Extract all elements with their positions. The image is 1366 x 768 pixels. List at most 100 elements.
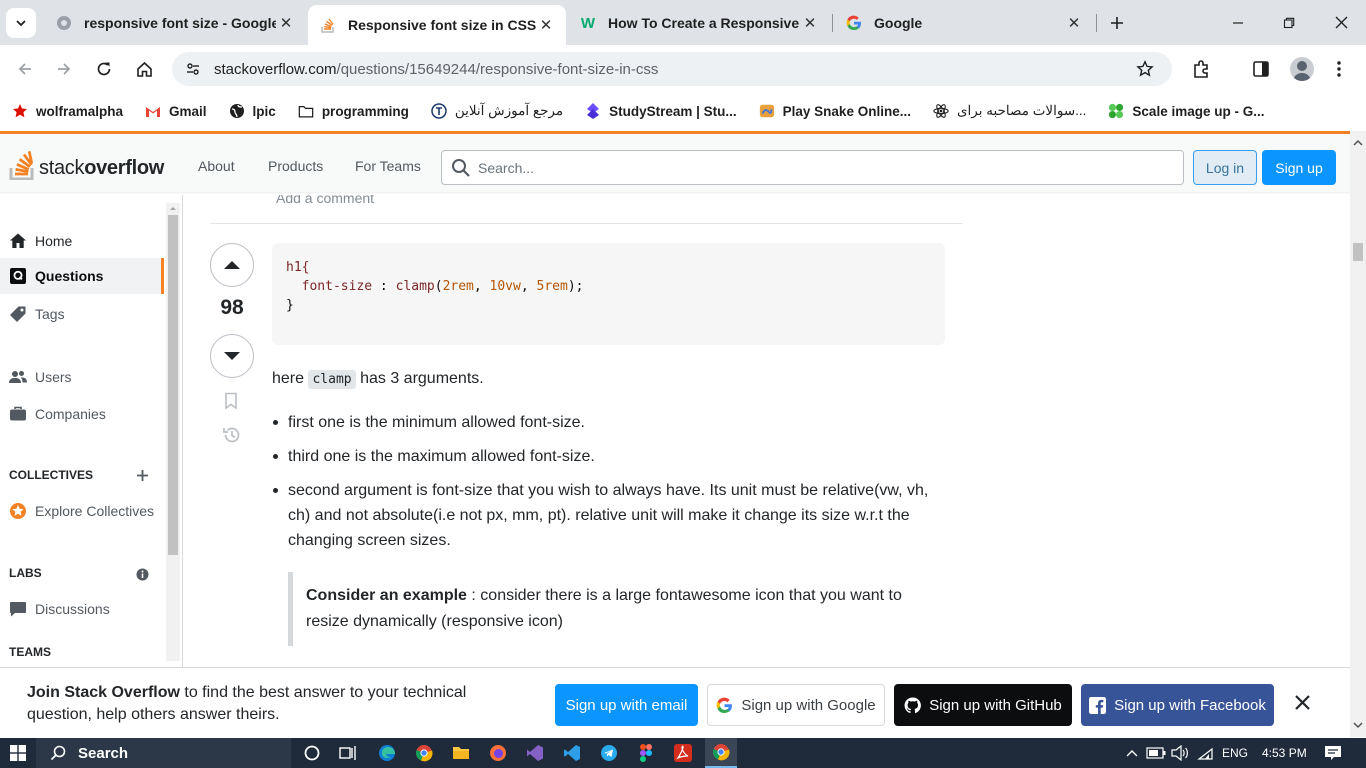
minimize-button[interactable] bbox=[1215, 0, 1261, 45]
browser-tab[interactable]: responsive font size - Google ✕ bbox=[44, 7, 306, 39]
close-banner-icon[interactable] bbox=[1295, 695, 1310, 710]
site-info-icon[interactable] bbox=[185, 61, 201, 77]
close-tab-icon[interactable]: ✕ bbox=[800, 13, 820, 33]
w3schools-favicon: W bbox=[580, 14, 596, 32]
language-indicator[interactable]: ENG bbox=[1222, 746, 1248, 760]
browser-tab[interactable]: Google ✕ bbox=[834, 7, 1094, 39]
upvote-button[interactable] bbox=[210, 243, 254, 287]
close-tab-icon[interactable]: ✕ bbox=[1064, 13, 1084, 33]
file-explorer-icon[interactable] bbox=[451, 743, 471, 763]
button-label: Sign up with email bbox=[565, 696, 688, 714]
signup-email-button[interactable]: Sign up with email bbox=[555, 684, 698, 726]
bookmark-item[interactable]: Gmail bbox=[145, 103, 207, 119]
forward-button[interactable] bbox=[49, 54, 79, 84]
clock[interactable]: 4:53 PM bbox=[1262, 746, 1307, 760]
back-button[interactable] bbox=[10, 54, 40, 84]
example-blockquote: Consider an example : consider there is … bbox=[288, 572, 908, 646]
chrome-active-taskbar-item[interactable] bbox=[705, 738, 737, 768]
add-comment-link[interactable]: Add a comment bbox=[276, 195, 374, 206]
page-scrollbar[interactable] bbox=[1350, 131, 1366, 737]
taskbar-search[interactable]: Search bbox=[36, 738, 291, 768]
bookmark-item[interactable]: Scale image up - G... bbox=[1108, 103, 1264, 119]
task-view-icon[interactable] bbox=[338, 743, 358, 763]
bookmark-icon[interactable] bbox=[224, 392, 238, 410]
intro-text: has 3 arguments. bbox=[360, 370, 484, 387]
volume-icon[interactable] bbox=[1170, 743, 1190, 763]
bookmark-item[interactable]: مرجع آموزش آنلاین bbox=[431, 103, 563, 119]
side-panel-icon[interactable] bbox=[1252, 60, 1270, 78]
sidebar-scrollbar[interactable] bbox=[166, 203, 180, 661]
page-scrollbar-thumb[interactable] bbox=[1353, 243, 1363, 261]
close-tab-icon[interactable]: ✕ bbox=[276, 13, 296, 33]
arrow-right-icon bbox=[58, 63, 71, 75]
sidebar-scrollbar-thumb[interactable] bbox=[168, 215, 178, 555]
downvote-button[interactable] bbox=[210, 334, 254, 378]
signup-facebook-button[interactable]: Sign up with Facebook bbox=[1081, 684, 1274, 726]
acrobat-icon[interactable] bbox=[673, 743, 693, 763]
signup-google-button[interactable]: Sign up with Google bbox=[707, 684, 885, 726]
sidebar-item-home[interactable]: Home bbox=[0, 223, 164, 259]
sidebar-item-explore-collectives[interactable]: Explore Collectives bbox=[0, 493, 164, 529]
new-tab-button[interactable] bbox=[1104, 10, 1130, 36]
vscode-icon[interactable] bbox=[562, 743, 582, 763]
reload-button[interactable] bbox=[89, 54, 119, 84]
chevron-up-icon[interactable] bbox=[1122, 743, 1142, 763]
nav-products[interactable]: Products bbox=[268, 158, 323, 174]
button-label: Sign up with GitHub bbox=[929, 696, 1062, 714]
bookmark-star-icon[interactable] bbox=[1136, 60, 1154, 78]
notifications-icon[interactable] bbox=[1323, 743, 1343, 763]
info-icon[interactable] bbox=[136, 568, 149, 581]
signup-github-button[interactable]: Sign up with GitHub bbox=[894, 684, 1072, 726]
sidebar-item-tags[interactable]: Tags bbox=[0, 296, 164, 332]
figma-icon[interactable] bbox=[636, 743, 656, 763]
close-tab-icon[interactable]: ✕ bbox=[536, 15, 556, 35]
firefox-icon[interactable] bbox=[488, 743, 508, 763]
browser-tab[interactable]: W How To Create a Responsive T ✕ bbox=[568, 7, 830, 39]
cortana-icon[interactable] bbox=[302, 743, 322, 763]
signup-button[interactable]: Sign up bbox=[1262, 150, 1336, 185]
visual-studio-icon[interactable] bbox=[525, 743, 545, 763]
button-label: Sign up with Google bbox=[741, 696, 876, 714]
sidebar-item-discussions[interactable]: Discussions bbox=[0, 591, 164, 627]
users-icon bbox=[9, 368, 27, 386]
login-button[interactable]: Log in bbox=[1193, 150, 1257, 185]
nav-about[interactable]: About bbox=[198, 158, 235, 174]
profile-avatar[interactable] bbox=[1290, 57, 1314, 81]
sidebar-item-companies[interactable]: Companies bbox=[0, 396, 164, 432]
bookmark-item[interactable]: Play Snake Online... bbox=[759, 103, 911, 119]
extensions-icon[interactable] bbox=[1192, 59, 1212, 79]
list-item: second argument is font-size that you wi… bbox=[273, 478, 948, 553]
home-button[interactable] bbox=[129, 54, 159, 84]
telegram-icon[interactable] bbox=[599, 743, 619, 763]
tab-title: How To Create a Responsive T bbox=[608, 15, 800, 31]
bookmark-item[interactable]: programming bbox=[298, 103, 409, 119]
window-close-button[interactable] bbox=[1318, 0, 1364, 45]
chrome-icon[interactable] bbox=[414, 743, 434, 763]
scale-icon bbox=[1108, 103, 1124, 119]
react-icon bbox=[933, 103, 949, 119]
search-input[interactable]: Search... bbox=[441, 150, 1184, 185]
windows-start-icon[interactable] bbox=[8, 743, 28, 763]
nav-for-teams[interactable]: For Teams bbox=[355, 158, 421, 174]
edge-icon[interactable] bbox=[377, 743, 397, 763]
browser-menu-icon[interactable] bbox=[1336, 60, 1342, 78]
bookmark-item[interactable]: سوالات مصاحبه برای... bbox=[933, 103, 1086, 119]
browser-tab-active[interactable]: Responsive font size in CSS - S ✕ bbox=[308, 5, 566, 45]
bookmark-item[interactable]: lpic bbox=[229, 103, 276, 119]
sidebar-item-label: Users bbox=[35, 369, 72, 385]
address-bar[interactable]: stackoverflow.com/questions/15649244/res… bbox=[172, 52, 1172, 86]
tab-search-button[interactable] bbox=[6, 8, 36, 38]
tag-icon bbox=[9, 305, 27, 323]
divider bbox=[210, 223, 963, 224]
add-collective-plus-icon[interactable] bbox=[136, 469, 149, 482]
wifi-icon[interactable] bbox=[1195, 743, 1215, 763]
restore-button[interactable] bbox=[1266, 0, 1312, 45]
sidebar-item-users[interactable]: Users bbox=[0, 359, 164, 395]
so-logo[interactable]: stack overflow bbox=[9, 147, 164, 180]
battery-icon[interactable] bbox=[1146, 743, 1166, 763]
tab-title: Google bbox=[874, 15, 923, 31]
bookmark-item[interactable]: wolframalpha bbox=[12, 103, 123, 119]
history-icon[interactable] bbox=[222, 425, 242, 445]
sidebar-item-questions[interactable]: Questions bbox=[0, 258, 164, 294]
bookmark-item[interactable]: StudyStream | Stu... bbox=[585, 103, 737, 119]
